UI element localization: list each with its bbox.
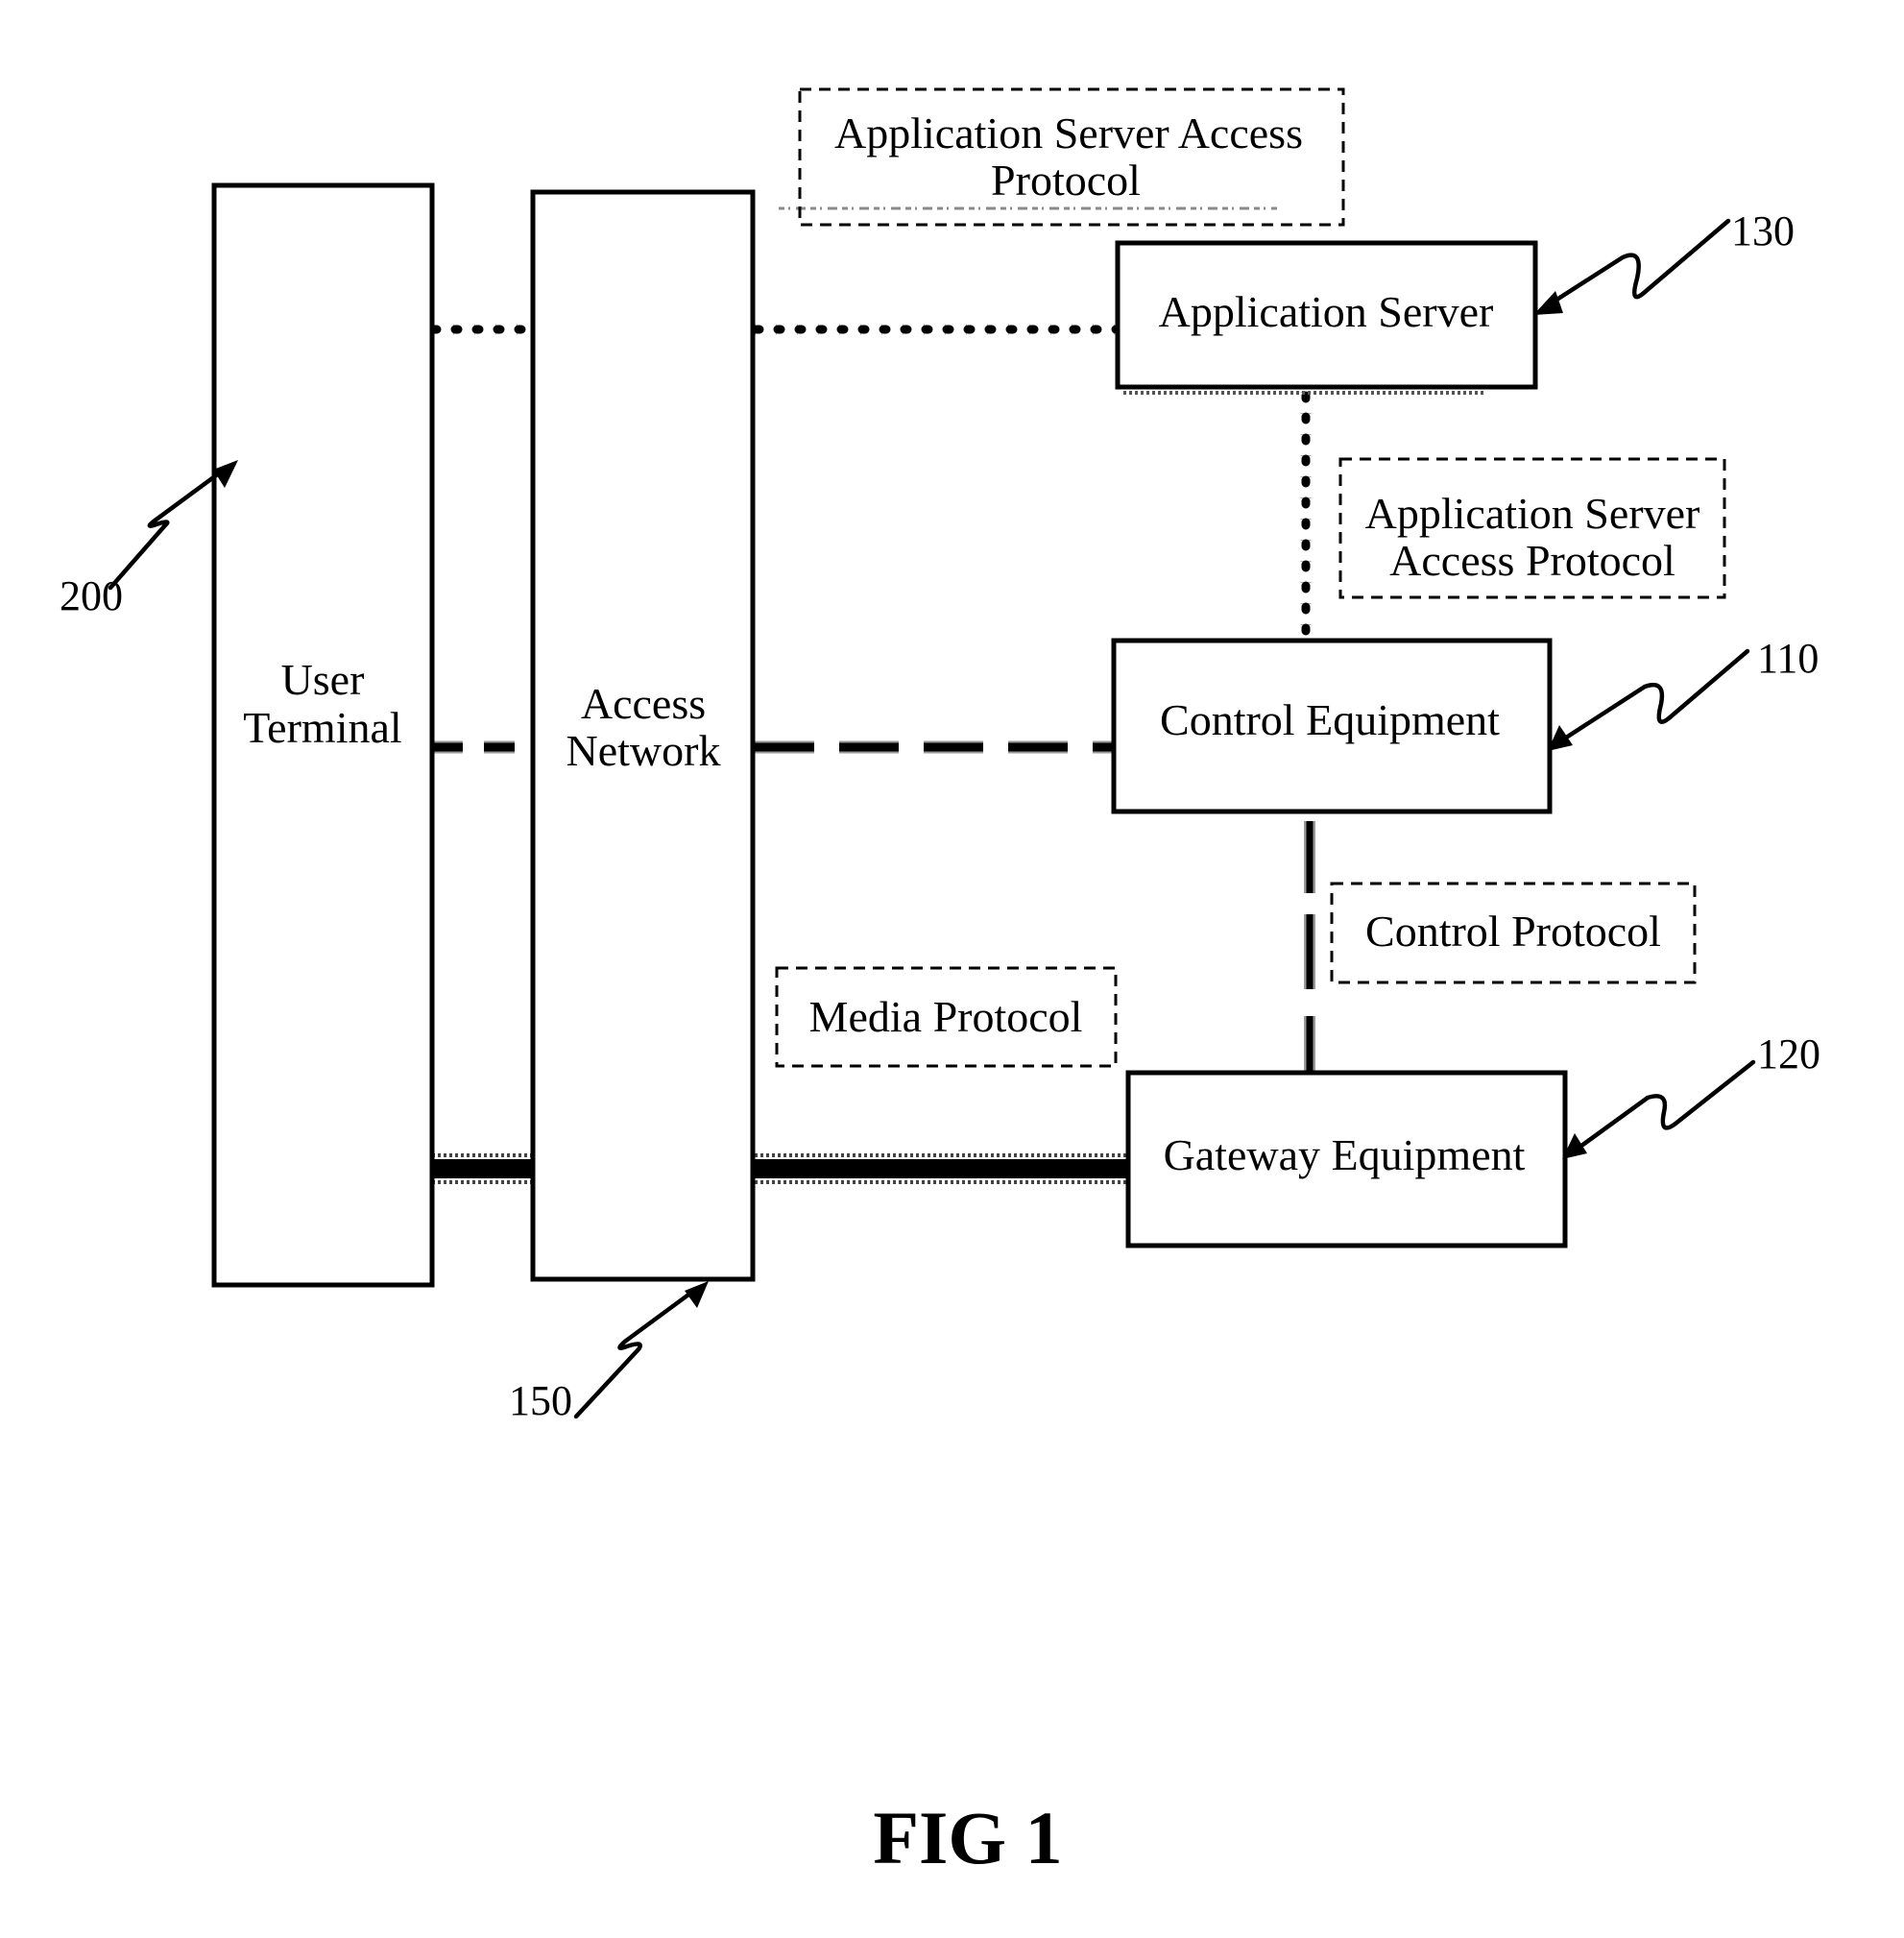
application-server-node: Application Server	[1115, 240, 1538, 395]
control-equipment-node: Control Equipment	[1111, 638, 1553, 814]
user-terminal-node: User Terminal	[211, 182, 435, 1288]
protocol-label-line2: Protocol	[991, 156, 1141, 205]
application-server-label: Application Server	[1159, 287, 1494, 336]
control-protocol-text: Control Protocol	[1365, 907, 1661, 956]
ref-numeral-200: 200	[60, 572, 123, 619]
ref-130-callout: 130	[1533, 207, 1795, 315]
protocol-label-line1: Application Server Access	[834, 109, 1303, 157]
protocol-label-line1: Application Server	[1365, 489, 1700, 538]
ref-110-callout: 110	[1548, 635, 1819, 751]
arrowhead-icon	[1533, 291, 1563, 315]
ref-150-callout: 150	[509, 1281, 709, 1424]
media-protocol-text: Media Protocol	[809, 992, 1083, 1041]
side-as-access-protocol-label: Application Server Access Protocol	[1338, 457, 1726, 599]
media-protocol-label: Media Protocol	[775, 966, 1118, 1068]
ref-numeral-150: 150	[509, 1377, 572, 1424]
arrowhead-icon	[685, 1281, 709, 1308]
access-network-label-line2: Network	[566, 726, 721, 775]
user-terminal-label-line2: Terminal	[243, 703, 401, 752]
figure-caption: FIG 1	[873, 1796, 1062, 1879]
user-terminal-label-line1: User	[281, 655, 365, 704]
leader-line	[108, 465, 229, 591]
ref-numeral-120: 120	[1757, 1030, 1820, 1078]
access-network-label-line1: Access	[581, 679, 706, 728]
ref-numeral-110: 110	[1757, 635, 1819, 682]
top-as-access-protocol-label: Application Server Access Protocol	[779, 87, 1345, 227]
ref-120-callout: 120	[1562, 1030, 1820, 1159]
leader-line	[573, 1287, 698, 1419]
access-network-node: Access Network	[530, 189, 756, 1282]
control-protocol-label: Control Protocol	[1330, 882, 1697, 984]
gateway-equipment-node: Gateway Equipment	[1125, 1070, 1568, 1248]
control-equipment-label: Control Equipment	[1160, 695, 1500, 744]
leader-line	[1560, 648, 1750, 742]
leader-line	[1575, 1059, 1756, 1151]
protocol-label-line2: Access Protocol	[1389, 536, 1675, 585]
ref-numeral-130: 130	[1731, 207, 1795, 254]
ref-200-callout: 200	[60, 460, 238, 619]
network-architecture-diagram: User Terminal Access Network Application…	[60, 87, 1820, 1879]
gateway-equipment-label: Gateway Equipment	[1164, 1130, 1526, 1179]
leader-line	[1545, 218, 1731, 308]
